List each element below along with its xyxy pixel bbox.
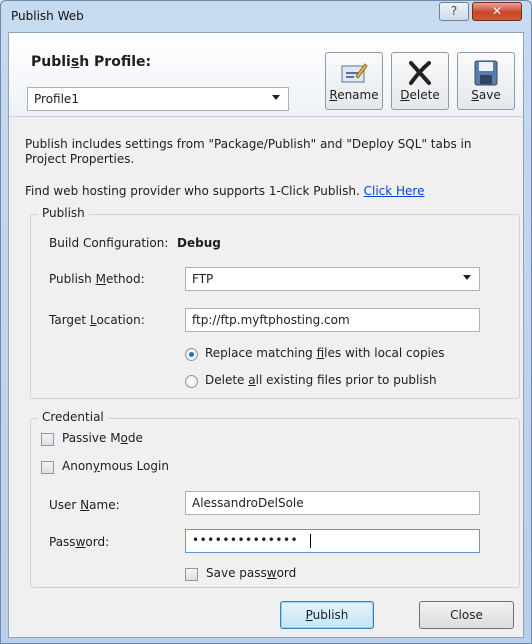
passive-mode-checkbox[interactable]: [41, 433, 54, 446]
info-text: Publish includes settings from "Package/…: [25, 137, 472, 166]
delete-all-label: Delete all existing files prior to publi…: [205, 373, 437, 387]
publish-method-value: FTP: [192, 272, 214, 286]
title-bar[interactable]: Publish Web ? ✕: [1, 1, 531, 31]
publish-web-dialog: Publish Web ? ✕ Publish Profile: Profile…: [0, 0, 532, 644]
publish-button[interactable]: Publish: [280, 601, 374, 629]
publish-method-label: Publish Method:: [49, 272, 145, 286]
publish-profile-label: Publish Profile:: [31, 54, 152, 70]
dialog-body: Publish Profile: Profile1 Rename Delete …: [8, 32, 524, 638]
window-title: Publish Web: [11, 9, 84, 23]
password-input[interactable]: ••••••••••••••: [185, 529, 480, 553]
save-password-label: Save password: [206, 566, 297, 580]
replace-files-label: Replace matching files with local copies: [205, 346, 445, 360]
user-name-label: User Name:: [49, 498, 120, 512]
rename-button[interactable]: Rename: [325, 52, 383, 110]
save-password-checkbox[interactable]: [185, 568, 198, 581]
publish-method-select[interactable]: FTP: [185, 267, 480, 291]
chevron-down-icon: [463, 275, 471, 280]
anonymous-login-checkbox[interactable]: [41, 461, 54, 474]
help-button[interactable]: ?: [439, 2, 469, 21]
build-config-value: Debug: [177, 236, 221, 250]
target-location-label: Target Location:: [49, 313, 145, 327]
profile-header: Publish Profile: Profile1 Rename Delete …: [9, 33, 523, 117]
close-button[interactable]: Close: [419, 601, 514, 629]
hosting-info: Find web hosting provider who supports 1…: [25, 184, 425, 198]
delete-button[interactable]: Delete: [391, 52, 449, 110]
target-location-input[interactable]: ftp://ftp.myftphosting.com: [185, 308, 480, 332]
credential-group-legend: Credential: [38, 410, 108, 424]
click-here-link[interactable]: Click Here: [364, 184, 425, 198]
profile-select-value: Profile1: [34, 92, 79, 106]
password-label: Password:: [49, 535, 110, 549]
text-caret: [310, 534, 311, 548]
rename-icon: [341, 63, 368, 83]
passive-mode-label: Passive Mode: [62, 431, 143, 445]
save-button[interactable]: Save: [457, 52, 515, 110]
user-name-input[interactable]: AlessandroDelSole: [185, 491, 480, 515]
close-window-button[interactable]: ✕: [472, 2, 522, 21]
delete-icon: [409, 61, 431, 85]
save-icon: [474, 60, 498, 86]
publish-group-legend: Publish: [38, 206, 89, 220]
chevron-down-icon: [272, 95, 280, 100]
build-config-label: Build Configuration:: [49, 236, 169, 250]
anonymous-login-label: Anonymous Login: [62, 459, 169, 473]
profile-select[interactable]: Profile1: [27, 87, 289, 111]
replace-files-radio[interactable]: [185, 348, 198, 361]
delete-all-radio[interactable]: [185, 375, 198, 388]
